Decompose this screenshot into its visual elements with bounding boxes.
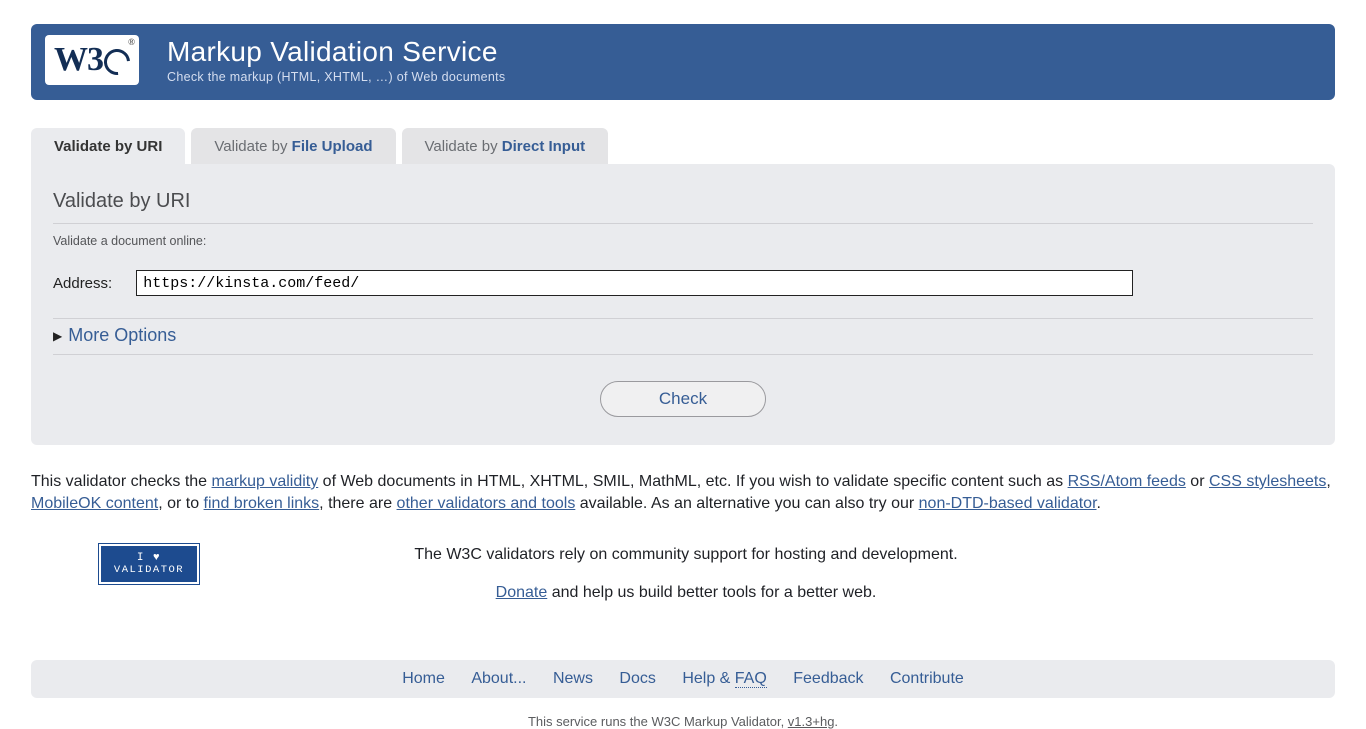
link-broken-links[interactable]: find broken links [204,495,320,512]
validation-tabs: Validate by URI Validate by File Upload … [31,128,1335,164]
foot-link-docs[interactable]: Docs [619,670,655,687]
validate-panel: Validate by URI Validate a document onli… [31,164,1335,445]
version-line: This service runs the W3C Markup Validat… [31,714,1335,729]
foot-link-feedback[interactable]: Feedback [793,670,863,687]
tab-validate-by-file-upload[interactable]: Validate by File Upload [191,128,395,164]
donate-line-1: The W3C validators rely on community sup… [237,546,1135,564]
tab-validate-by-direct-input[interactable]: Validate by Direct Input [402,128,609,164]
foot-link-contribute[interactable]: Contribute [890,670,964,687]
link-rss-atom-feeds[interactable]: RSS/Atom feeds [1068,473,1186,490]
tab-validate-by-uri[interactable]: Validate by URI [31,128,185,164]
foot-link-home[interactable]: Home [402,670,445,687]
link-version[interactable]: v1.3+hg [788,714,835,729]
address-input[interactable] [136,270,1133,296]
logo-text: W3 [54,41,103,79]
i-love-validator-badge[interactable]: I ♥ VALIDATOR [101,546,197,582]
foot-link-about[interactable]: About... [471,670,526,687]
page-subtitle: Check the markup (HTML, XHTML, …) of Web… [167,70,505,84]
more-options-toggle[interactable]: ▶ More Options [53,318,1313,355]
footer-nav: Home About... News Docs Help & FAQ Feedb… [31,660,1335,698]
intro-paragraph: This validator checks the markup validit… [31,471,1335,516]
link-mobileok[interactable]: MobileOK content [31,495,158,512]
link-css-stylesheets[interactable]: CSS stylesheets [1209,473,1326,490]
foot-link-help-faq[interactable]: Help & FAQ [682,670,766,687]
panel-subtext: Validate a document online: [53,234,1313,248]
chevron-right-icon: ▶ [53,329,62,343]
foot-link-news[interactable]: News [553,670,593,687]
address-label: Address: [53,275,112,292]
link-donate[interactable]: Donate [496,584,548,601]
check-button[interactable]: Check [600,381,766,417]
donate-line-2: Donate and help us build better tools fo… [237,584,1135,602]
link-markup-validity[interactable]: markup validity [212,473,319,490]
w3c-logo[interactable]: W3 ® [45,35,139,85]
site-banner: W3 ® Markup Validation Service Check the… [31,24,1335,100]
more-options-label: More Options [68,325,176,346]
link-non-dtd-validator[interactable]: non-DTD-based validator [919,495,1097,512]
panel-heading: Validate by URI [53,190,1313,224]
page-title: Markup Validation Service [167,36,505,68]
logo-reg-mark: ® [128,37,135,47]
link-other-tools[interactable]: other validators and tools [397,495,576,512]
